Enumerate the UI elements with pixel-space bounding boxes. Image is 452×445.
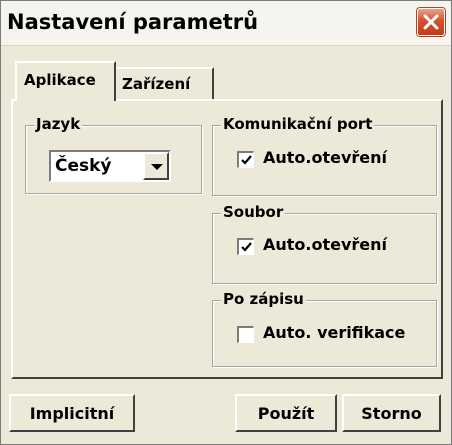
after-write-group-label: Po zápisu [221,290,306,308]
window-title: Nastavení parametrů [7,10,259,34]
com-port-group-label: Komunikační port [221,115,375,133]
settings-dialog: Nastavení parametrů Aplikace Zařízení Ja… [0,0,452,445]
language-select[interactable]: Český [49,150,171,182]
checkmark-icon [241,155,252,165]
auto-verify-label: Auto. verifikace [263,323,406,342]
file-autoopen-checkbox[interactable] [237,238,254,255]
tab-aplikace[interactable]: Aplikace [15,61,116,101]
language-group-label: Jazyk [34,115,83,133]
dropdown-arrow-button[interactable] [143,152,169,180]
language-select-value: Český [55,156,112,176]
file-autoopen-label: Auto.otevření [263,235,388,254]
com-port-autoopen-checkbox[interactable] [237,151,254,168]
apply-button[interactable]: Použít [235,394,337,432]
title-bar[interactable]: Nastavení parametrů [1,1,451,46]
file-group-label: Soubor [221,203,286,221]
com-port-autoopen-label: Auto.otevření [263,148,388,167]
auto-verify-checkbox[interactable] [237,326,254,343]
close-button[interactable] [417,8,445,36]
default-button[interactable]: Implicitní [9,394,135,432]
tab-zarizeni[interactable]: Zařízení [116,67,214,101]
close-icon [423,14,439,30]
chevron-down-icon [151,164,163,170]
checkmark-icon [241,242,252,252]
cancel-button[interactable]: Storno [342,394,441,432]
